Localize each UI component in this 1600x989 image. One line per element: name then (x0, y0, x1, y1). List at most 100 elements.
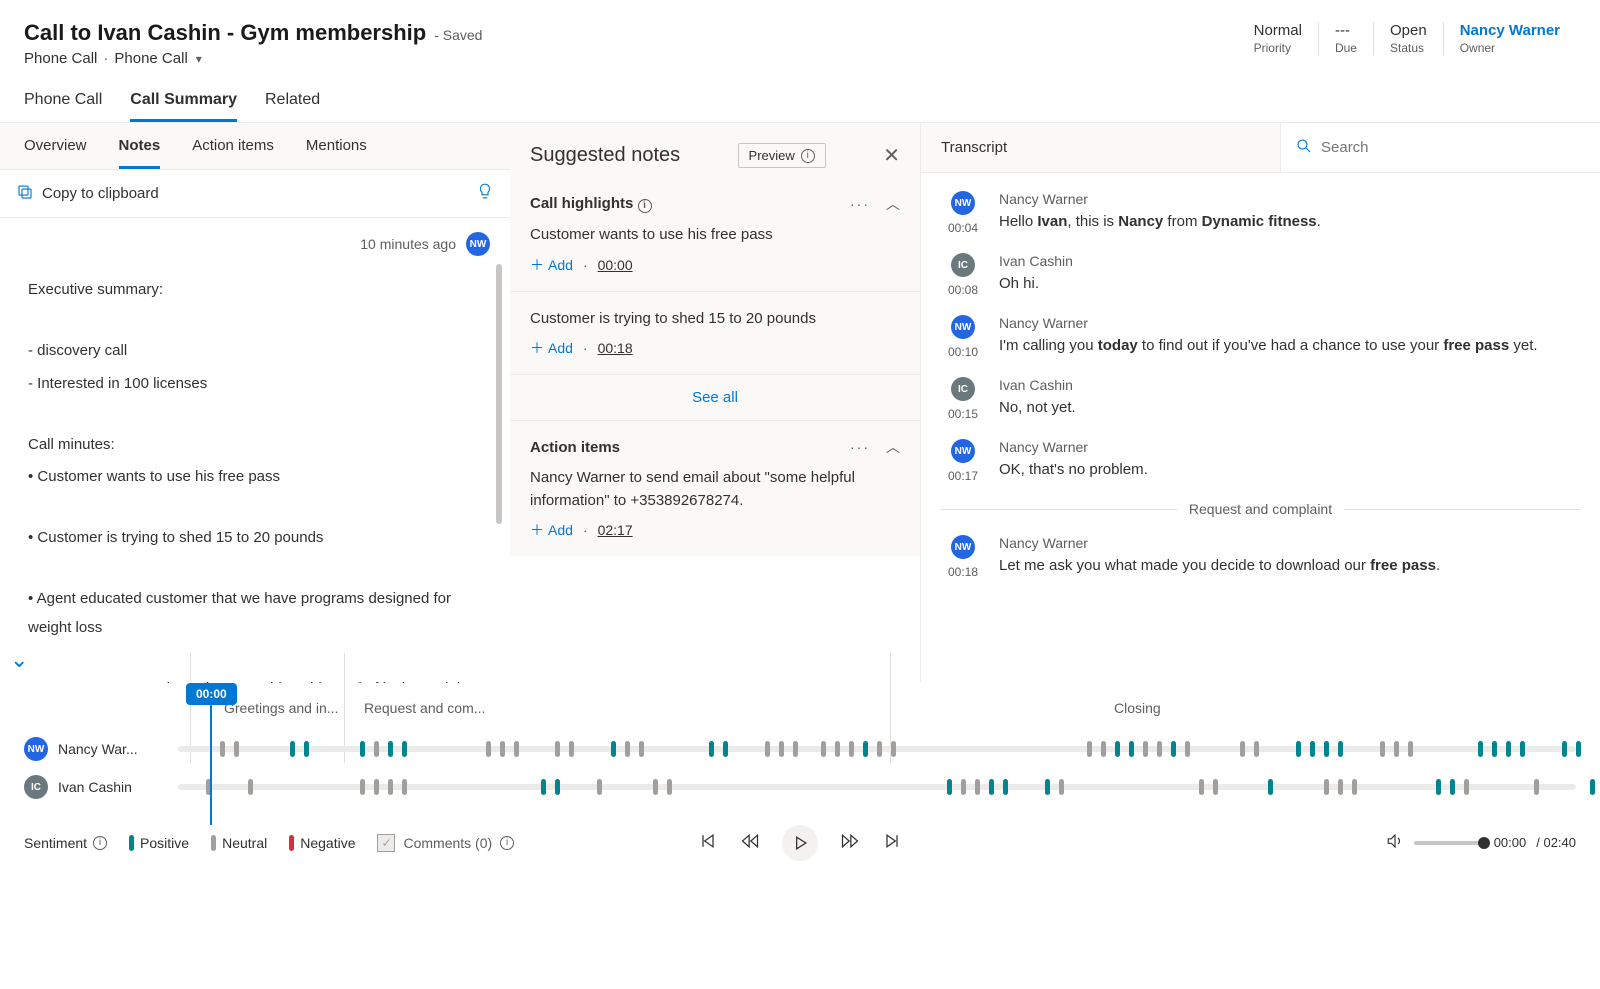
segment-label: Request and com... (364, 700, 834, 716)
close-icon[interactable]: ✕ (883, 143, 900, 168)
transcript-row[interactable]: IC 00:08 Ivan Cashin Oh hi. (941, 253, 1580, 297)
action-item: Nancy Warner to send email about "some h… (530, 467, 900, 512)
transcript-row[interactable]: IC00:15Ivan CashinNo, not yet. (941, 377, 1580, 421)
record-type: Phone Call (24, 50, 97, 67)
checkbox-icon: ✓ (377, 834, 395, 852)
header-status-value[interactable]: Nancy Warner (1460, 22, 1560, 39)
copy-to-clipboard-button[interactable]: Copy to clipboard (16, 183, 159, 205)
main-tab-phone-call[interactable]: Phone Call (24, 91, 102, 122)
forward-button[interactable] (840, 831, 860, 854)
separator: · (103, 50, 108, 67)
header-status-value: Open (1390, 22, 1427, 39)
add-button[interactable]: ＋ Add (530, 338, 573, 358)
info-icon: i (500, 836, 514, 850)
timeline-track[interactable]: ICIvan Cashin (24, 775, 1576, 799)
speaker-name: Nancy Warner (999, 191, 1580, 207)
sub-tab-overview[interactable]: Overview (24, 123, 87, 169)
transcript-text: Oh hi. (999, 273, 1580, 296)
timestamp-link[interactable]: 02:17 (598, 522, 633, 538)
more-icon[interactable]: ··· (850, 439, 870, 455)
header-status-label: Owner (1460, 41, 1560, 55)
transcript-text: No, not yet. (999, 397, 1580, 420)
avatar: IC (951, 253, 975, 277)
time-current: 00:00 (1494, 835, 1527, 850)
transcript-text: Hello Ivan, this is Nancy from Dynamic f… (999, 211, 1580, 234)
track-bar[interactable] (178, 784, 1576, 790)
avatar: NW (951, 535, 975, 559)
copy-icon (16, 183, 34, 205)
speaker-name: Nancy Warner (999, 535, 1580, 551)
notes-body: Executive summary: - discovery call - In… (0, 256, 510, 683)
avatar: NW (951, 439, 975, 463)
timeline-track[interactable]: NWNancy War... (24, 737, 1576, 761)
transcript-time: 00:17 (948, 469, 978, 483)
see-all-link[interactable]: See all (510, 375, 920, 421)
speaker-name: Nancy Warner (999, 315, 1580, 331)
chevron-up-icon[interactable]: ︿ (886, 437, 900, 457)
transcript-text: I'm calling you today to find out if you… (999, 335, 1580, 358)
transcript-time: 00:08 (948, 283, 978, 297)
play-button[interactable] (782, 825, 818, 861)
segment-label: Closing (1114, 700, 1161, 716)
chevron-up-icon[interactable]: ︿ (886, 194, 900, 214)
transcript-text: OK, that's no problem. (999, 459, 1580, 482)
more-icon[interactable]: ··· (850, 196, 870, 212)
info-icon[interactable]: i (638, 199, 652, 213)
transcript-search[interactable] (1280, 123, 1600, 172)
note-timestamp: 10 minutes ago (360, 236, 456, 252)
info-icon: i (801, 149, 815, 163)
add-button[interactable]: ＋ Add (530, 520, 573, 540)
speaker-name: Ivan Cashin (999, 253, 1580, 269)
copy-label: Copy to clipboard (42, 185, 159, 202)
main-tab-related[interactable]: Related (265, 91, 320, 122)
timestamp-link[interactable]: 00:18 (598, 340, 633, 356)
transcript-section-divider: Request and complaint (941, 501, 1580, 517)
form-selector[interactable]: Phone Call (114, 50, 187, 67)
speaker-name: Nancy Warner (999, 439, 1580, 455)
add-button[interactable]: ＋ Add (530, 255, 573, 275)
rewind-button[interactable] (740, 831, 760, 854)
info-icon[interactable]: i (93, 836, 107, 850)
search-input[interactable] (1313, 125, 1586, 170)
volume-icon[interactable] (1386, 832, 1404, 853)
track-label: NWNancy War... (24, 737, 164, 761)
transcript-row[interactable]: NW00:18Nancy WarnerLet me ask you what m… (941, 535, 1580, 579)
sentiment-label: Sentiment i (24, 835, 107, 851)
avatar: NW (466, 232, 490, 256)
segment-label: Greetings and in... (224, 700, 354, 716)
legend-neutral: Neutral (211, 835, 267, 851)
main-tab-call-summary[interactable]: Call Summary (130, 91, 237, 122)
sub-tab-action-items[interactable]: Action items (192, 123, 274, 169)
header-status-value: Normal (1254, 22, 1302, 39)
avatar: NW (951, 315, 975, 339)
transcript-row[interactable]: NW 00:10 Nancy Warner I'm calling you today… (941, 315, 1580, 359)
transcript-row[interactable]: NW00:04Nancy WarnerHello Ivan, this is N… (941, 191, 1580, 235)
transcript-text: Let me ask you what made you decide to d… (999, 555, 1580, 578)
header-status-label: Priority (1254, 41, 1302, 55)
playhead-time: 00:00 (186, 683, 237, 705)
expand-chevron-icon[interactable]: ⌄ (10, 639, 28, 681)
transcript-title: Transcript (941, 123, 1007, 172)
highlight-item: Customer is trying to shed 15 to 20 poun… (530, 308, 900, 331)
sub-tab-mentions[interactable]: Mentions (306, 123, 367, 169)
track-label: ICIvan Cashin (24, 775, 164, 799)
legend-negative: Negative (289, 835, 355, 851)
transcript-time: 00:10 (948, 345, 978, 359)
header-status-label: Due (1335, 41, 1357, 55)
chevron-down-icon[interactable]: ▾ (196, 52, 202, 66)
sub-tab-notes[interactable]: Notes (119, 123, 161, 169)
avatar: NW (951, 191, 975, 215)
preview-badge[interactable]: Preview i (738, 143, 826, 168)
skip-forward-button[interactable] (882, 831, 902, 854)
suggested-notes-title: Suggested notes (530, 144, 680, 167)
scrollbar[interactable] (496, 264, 502, 524)
comments-toggle[interactable]: ✓ Comments (0) i (377, 834, 514, 852)
playhead[interactable]: 00:00 (186, 683, 237, 825)
transcript-row[interactable]: NW 00:17 Nancy Warner OK, that's no problem… (941, 439, 1580, 483)
call-highlights-title: Call highlights i (530, 195, 652, 213)
bulb-icon[interactable] (476, 182, 494, 205)
skip-back-button[interactable] (698, 831, 718, 854)
volume-slider[interactable] (1414, 841, 1484, 845)
track-bar[interactable] (178, 746, 1576, 752)
timestamp-link[interactable]: 00:00 (598, 257, 633, 273)
